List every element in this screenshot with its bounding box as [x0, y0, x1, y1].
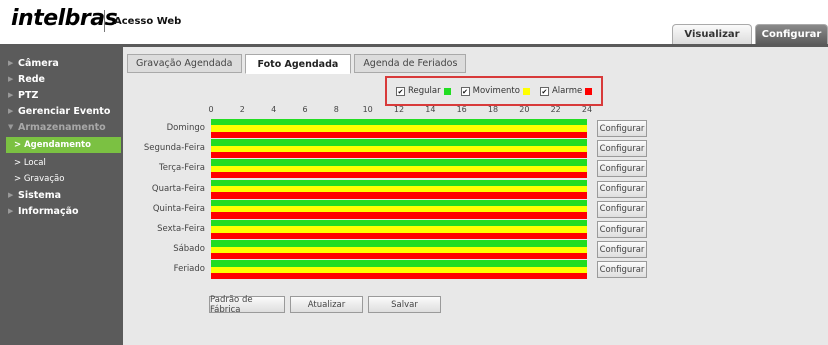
sidebar-item-gravacao[interactable]: > Gravação: [0, 171, 123, 187]
hour-label: 8: [333, 105, 339, 114]
configure-button[interactable]: Configurar: [597, 180, 647, 198]
movimento-color-swatch: [522, 87, 530, 95]
sidebar: ▶ Câmera ▶ Rede ▶ PTZ ▶ Gerenciar Evento ▼ Ar…: [0, 47, 123, 345]
brand-logo: intelbras: [11, 6, 118, 31]
sidebar-item-label: Sistema: [18, 189, 62, 201]
legend-label: Alarme: [551, 86, 583, 96]
schedule-band: [211, 151, 587, 159]
schedule-band: [211, 172, 587, 179]
schedule-row[interactable]: [211, 159, 587, 179]
factory-default-button[interactable]: Padrão de Fábrica: [209, 295, 285, 315]
header: intelbras Acesso Web Visualizar Configur…: [0, 0, 828, 47]
sidebar-item-label: Rede: [18, 73, 46, 85]
schedule-row[interactable]: [211, 179, 587, 199]
tab-configurar[interactable]: Configurar: [755, 24, 828, 44]
hour-label: 0: [208, 105, 214, 114]
sidebar-item-armazenamento[interactable]: ▼ Armazenamento: [0, 119, 123, 135]
legend-item-regular: ✔ Regular: [396, 86, 451, 96]
tab-gravacao-agendada[interactable]: Gravação Agendada: [127, 54, 242, 73]
chevron-right-icon: ▶: [8, 191, 14, 199]
sidebar-item-ptz[interactable]: ▶ PTZ: [0, 87, 123, 103]
configure-button[interactable]: Configurar: [597, 120, 647, 137]
chevron-right-icon: ▶: [8, 207, 14, 215]
schedule-band: [211, 232, 587, 239]
schedule-band: [211, 192, 587, 199]
hour-label: 2: [239, 105, 245, 114]
sidebar-item-agendamento[interactable]: > Agendamento: [6, 137, 121, 153]
legend-label: Regular: [408, 86, 441, 96]
hour-label: 6: [302, 105, 308, 114]
schedule-band: [211, 131, 587, 138]
sidebar-item-gerenciar-evento[interactable]: ▶ Gerenciar Evento: [0, 103, 123, 119]
chevron-right-icon: ▶: [8, 107, 14, 115]
sidebar-item-label: Informação: [18, 205, 79, 217]
chevron-right-icon: ▶: [8, 59, 14, 67]
alarme-checkbox[interactable]: ✔: [539, 86, 549, 96]
hour-label: 20: [519, 105, 530, 114]
schedule-row[interactable]: [211, 220, 587, 239]
day-label: Quinta-Feira: [152, 203, 205, 214]
hour-label: 22: [550, 105, 561, 114]
schedule-row[interactable]: [211, 199, 587, 219]
chevron-right-icon: ▶: [8, 75, 14, 83]
tab-visualizar[interactable]: Visualizar: [672, 24, 752, 44]
sidebar-item-sistema[interactable]: ▶ Sistema: [0, 187, 123, 203]
regular-color-swatch: [443, 87, 451, 95]
day-label: Terça-Feira: [159, 163, 205, 174]
hour-scale: 0 2 4 6 8 10 12 14 16 18 20 22 24: [208, 105, 598, 117]
header-divider: [104, 10, 105, 32]
hour-label: 4: [271, 105, 277, 114]
schedule-legend: ✔ Regular ✔ Movimento ✔ Alarme: [385, 76, 603, 106]
configure-button[interactable]: Configurar: [597, 160, 647, 178]
configure-button[interactable]: Configurar: [597, 221, 647, 238]
hour-label: 10: [362, 105, 373, 114]
schedule-row[interactable]: [211, 260, 587, 280]
legend-label: Movimento: [472, 86, 520, 96]
main-panel: Gravação Agendada Foto Agendada Agenda d…: [123, 47, 828, 345]
sidebar-item-label: PTZ: [18, 89, 39, 101]
schedule-row[interactable]: [211, 240, 587, 260]
day-label: Feriado: [173, 264, 205, 275]
regular-checkbox[interactable]: ✔: [396, 86, 405, 96]
sidebar-item-label: Armazenamento: [18, 121, 106, 133]
hour-label: 18: [487, 105, 499, 114]
chevron-right-icon: ▶: [8, 91, 14, 99]
hour-label: 14: [425, 105, 436, 114]
schedule-band: [211, 273, 587, 280]
chevron-down-icon: ▼: [8, 123, 14, 131]
day-label: Segunda-Feira: [143, 143, 205, 154]
day-label: Sexta-Feira: [157, 224, 205, 234]
hour-label: 24: [581, 105, 593, 114]
day-label: Quarta-Feira: [151, 183, 205, 194]
day-label: Sábado: [173, 244, 205, 255]
day-label: Domingo: [166, 123, 205, 133]
sidebar-item-label: Câmera: [18, 57, 59, 69]
schedule-band: [211, 212, 587, 219]
sidebar-item-rede[interactable]: ▶ Rede: [0, 71, 123, 87]
sidebar-item-informacao[interactable]: ▶ Informação: [0, 203, 123, 219]
refresh-button[interactable]: Atualizar: [290, 296, 363, 313]
sidebar-item-label: Gerenciar Evento: [18, 105, 111, 117]
app-name: Acesso Web: [114, 16, 182, 27]
configure-button[interactable]: Configurar: [597, 140, 647, 158]
sidebar-item-local[interactable]: > Local: [0, 155, 123, 171]
movimento-checkbox[interactable]: ✔: [460, 86, 470, 96]
schedule-row[interactable]: [211, 139, 587, 159]
configure-button[interactable]: Configurar: [597, 261, 647, 279]
alarme-color-swatch: [585, 87, 593, 95]
tab-foto-agendada[interactable]: Foto Agendada: [244, 54, 352, 74]
legend-item-alarme: ✔ Alarme: [539, 86, 593, 96]
tab-agenda-de-feriados[interactable]: Agenda de Feriados: [354, 54, 467, 73]
subtab-bar: Gravação Agendada Foto Agendada Agenda d…: [127, 54, 467, 74]
hour-label: 16: [456, 105, 467, 114]
sidebar-item-camera[interactable]: ▶ Câmera: [0, 55, 123, 71]
schedule-row[interactable]: [211, 119, 587, 138]
configure-button[interactable]: Configurar: [597, 200, 647, 218]
schedule-band: [211, 252, 587, 260]
hour-label: 12: [393, 105, 405, 114]
save-button[interactable]: Salvar: [368, 296, 441, 313]
legend-item-movimento: ✔ Movimento: [460, 86, 530, 96]
configure-button[interactable]: Configurar: [597, 241, 647, 259]
